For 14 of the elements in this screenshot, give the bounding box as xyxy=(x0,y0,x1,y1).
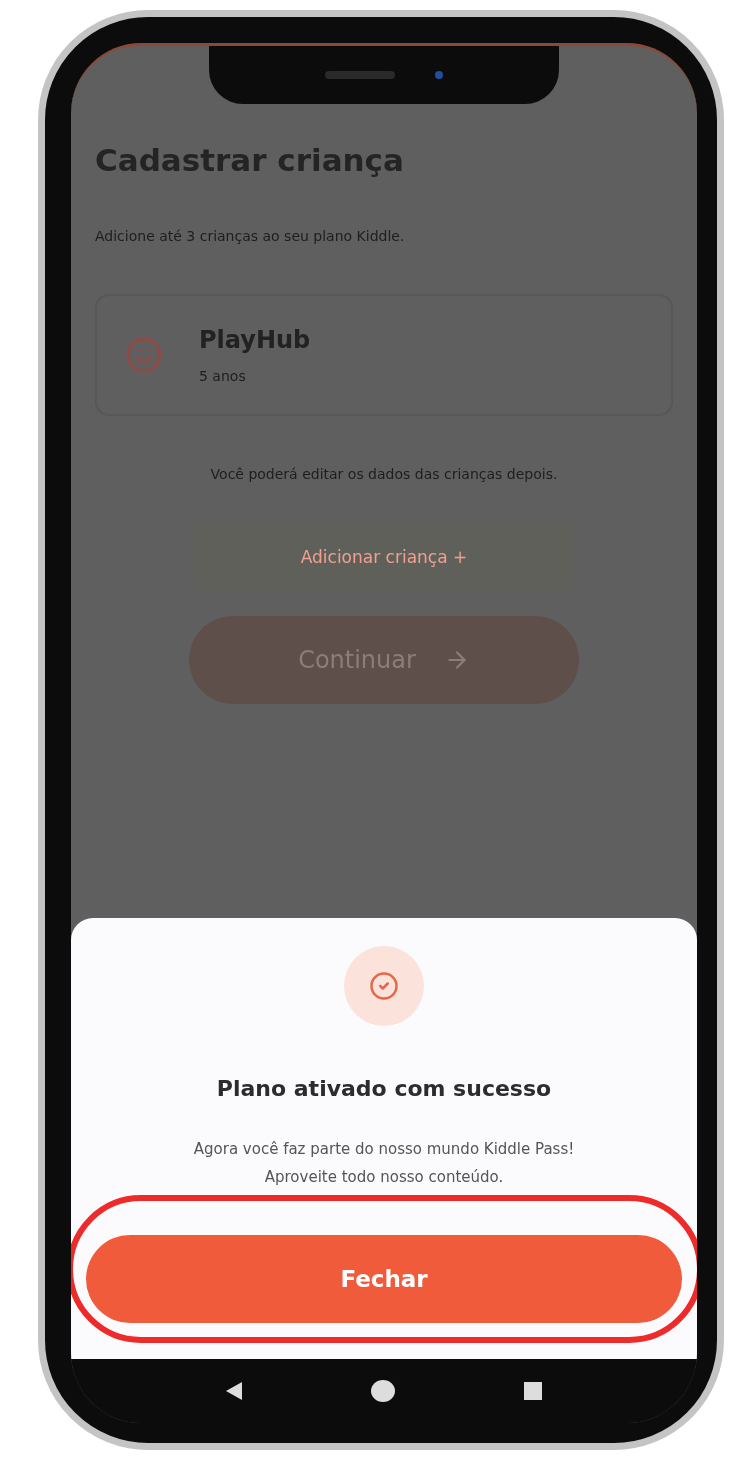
close-button[interactable]: Fechar xyxy=(86,1235,682,1323)
recents-icon[interactable] xyxy=(524,1382,543,1400)
page-title: Cadastrar criança xyxy=(95,142,405,178)
edit-note: Você poderá editar os dados das crianças depois. xyxy=(209,466,559,482)
add-child-button[interactable]: Adicionar criança + xyxy=(194,522,574,592)
child-name: PlayHub xyxy=(199,326,311,354)
back-icon[interactable] xyxy=(225,1382,242,1400)
child-age: 5 anos xyxy=(199,368,247,384)
dialog-message: Agora você faz parte do nosso mundo Kiddle Pass! Aproveite todo nosso conteúdo. xyxy=(192,1139,576,1188)
child-card[interactable]: PlayHub 5 anos xyxy=(95,294,673,416)
home-icon[interactable] xyxy=(371,1380,395,1402)
page-subtitle: Adicione até 3 crianças ao seu plano Kiddle. xyxy=(95,228,406,244)
smiley-icon xyxy=(125,336,163,374)
dialog-title: Plano ativado com sucesso xyxy=(216,1076,552,1101)
